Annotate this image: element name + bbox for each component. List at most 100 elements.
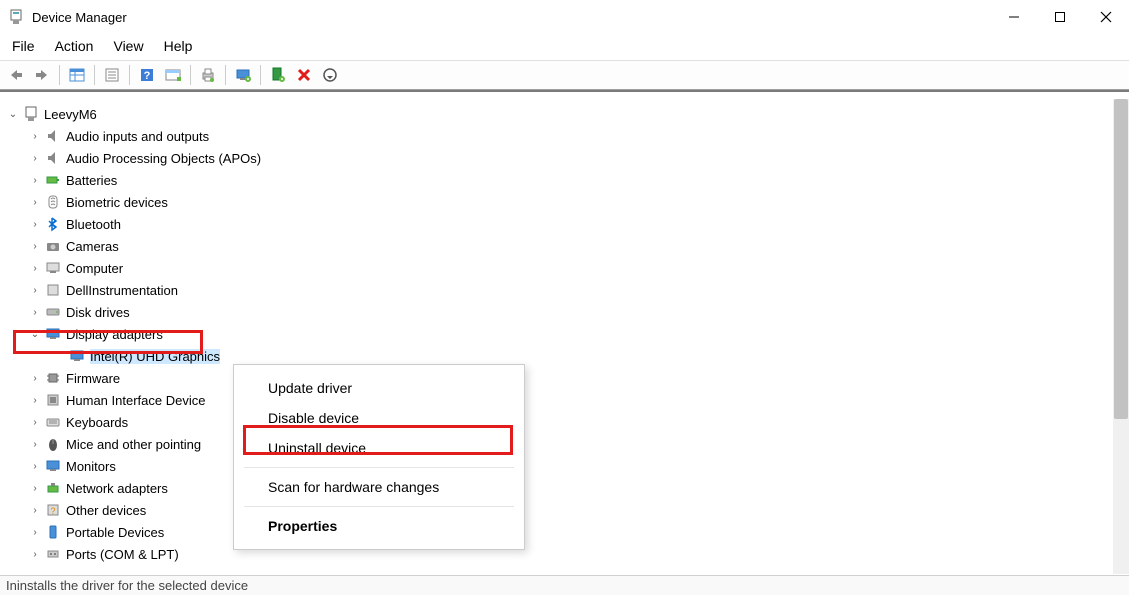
display-icon — [68, 347, 86, 365]
chevron-right-icon[interactable]: › — [28, 481, 42, 495]
tree-item[interactable]: ›Ports (COM & LPT) — [6, 543, 1129, 565]
chevron-right-icon[interactable]: › — [28, 437, 42, 451]
tree-item-intel-uhd[interactable]: Intel(R) UHD Graphics — [6, 345, 1129, 367]
audio-icon — [44, 127, 62, 145]
tree-item[interactable]: ›Human Interface Device — [6, 389, 1129, 411]
port-icon — [44, 545, 62, 563]
menu-file[interactable]: File — [4, 36, 43, 56]
chevron-right-icon[interactable]: › — [28, 173, 42, 187]
help-button[interactable]: ? — [135, 63, 159, 87]
chevron-right-icon[interactable]: › — [28, 261, 42, 275]
ctx-update-driver[interactable]: Update driver — [234, 373, 524, 403]
separator — [260, 65, 261, 85]
tree-root[interactable]: ⌄ LeevyM6 — [6, 103, 1129, 125]
tree-item[interactable]: ›Audio inputs and outputs — [6, 125, 1129, 147]
unknown-device-icon: ? — [44, 501, 62, 519]
minimize-button[interactable] — [991, 0, 1037, 34]
chevron-right-icon[interactable]: › — [28, 195, 42, 209]
ctx-disable-device[interactable]: Disable device — [234, 403, 524, 433]
show-hide-tree-button[interactable] — [65, 63, 89, 87]
menu-view[interactable]: View — [105, 36, 151, 56]
update-driver-button[interactable] — [318, 63, 342, 87]
fingerprint-icon — [44, 193, 62, 211]
tree-item[interactable]: ›Audio Processing Objects (APOs) — [6, 147, 1129, 169]
chevron-right-icon[interactable]: › — [28, 525, 42, 539]
tree-item[interactable]: ›Batteries — [6, 169, 1129, 191]
ctx-properties[interactable]: Properties — [234, 511, 524, 541]
separator — [129, 65, 130, 85]
scrollbar-thumb[interactable] — [1114, 99, 1128, 419]
chevron-down-icon[interactable]: ⌄ — [6, 107, 20, 121]
chip-icon — [44, 369, 62, 387]
tree-item[interactable]: ›Network adapters — [6, 477, 1129, 499]
computer-icon — [22, 105, 40, 123]
menu-help[interactable]: Help — [156, 36, 201, 56]
separator — [244, 506, 514, 507]
camera-icon — [44, 237, 62, 255]
tree-item-display-adapters[interactable]: ⌄Display adapters — [6, 323, 1129, 345]
tree-item[interactable]: ›Bluetooth — [6, 213, 1129, 235]
chevron-right-icon[interactable]: › — [28, 217, 42, 231]
separator — [94, 65, 95, 85]
divider — [0, 90, 1129, 93]
forward-button[interactable] — [30, 63, 54, 87]
display-icon — [44, 325, 62, 343]
chevron-right-icon[interactable]: › — [28, 393, 42, 407]
chevron-right-icon[interactable]: › — [28, 305, 42, 319]
ctx-scan-hardware[interactable]: Scan for hardware changes — [234, 472, 524, 502]
chevron-down-icon[interactable]: ⌄ — [28, 327, 42, 341]
scan-hardware-button[interactable] — [231, 63, 255, 87]
back-button[interactable] — [4, 63, 28, 87]
vertical-scrollbar[interactable] — [1113, 99, 1129, 574]
context-menu: Update driver Disable device Uninstall d… — [233, 364, 525, 550]
chevron-right-icon[interactable]: › — [28, 371, 42, 385]
chevron-right-icon[interactable]: › — [28, 459, 42, 473]
print-button[interactable] — [196, 63, 220, 87]
tree-area: ⌄ LeevyM6 ›Audio inputs and outputs ›Aud… — [0, 99, 1129, 574]
close-button[interactable] — [1083, 0, 1129, 34]
tree-item[interactable]: ›Portable Devices — [6, 521, 1129, 543]
uninstall-device-button[interactable] — [292, 63, 316, 87]
ctx-uninstall-device[interactable]: Uninstall device — [234, 433, 524, 463]
tree-item[interactable]: ›DellInstrumentation — [6, 279, 1129, 301]
svg-text:?: ? — [144, 70, 151, 82]
audio-icon — [44, 149, 62, 167]
chevron-right-icon[interactable]: › — [28, 547, 42, 561]
chevron-right-icon[interactable]: › — [28, 283, 42, 297]
device-tree[interactable]: ⌄ LeevyM6 ›Audio inputs and outputs ›Aud… — [0, 99, 1129, 565]
chevron-right-icon[interactable]: › — [28, 129, 42, 143]
chevron-right-icon[interactable]: › — [28, 503, 42, 517]
maximize-button[interactable] — [1037, 0, 1083, 34]
monitor-icon — [44, 457, 62, 475]
tree-item[interactable]: ›Computer — [6, 257, 1129, 279]
chevron-right-icon[interactable]: › — [28, 151, 42, 165]
network-icon — [44, 479, 62, 497]
tree-item[interactable]: ›Monitors — [6, 455, 1129, 477]
chevron-right-icon[interactable]: › — [28, 415, 42, 429]
chevron-right-icon[interactable]: › — [28, 239, 42, 253]
tree-item[interactable]: ›Firmware — [6, 367, 1129, 389]
separator — [190, 65, 191, 85]
tree-item[interactable]: ›Mice and other pointing — [6, 433, 1129, 455]
tree-item[interactable]: ›Biometric devices — [6, 191, 1129, 213]
bluetooth-icon — [44, 215, 62, 233]
tree-item[interactable]: ›Cameras — [6, 235, 1129, 257]
window-controls — [991, 0, 1129, 34]
title-bar: Device Manager — [0, 0, 1129, 34]
tree-item[interactable]: ›Keyboards — [6, 411, 1129, 433]
tree-item[interactable]: ›?Other devices — [6, 499, 1129, 521]
hid-icon — [44, 391, 62, 409]
battery-icon — [44, 171, 62, 189]
tree-item[interactable]: ›Disk drives — [6, 301, 1129, 323]
window-title: Device Manager — [32, 10, 127, 25]
svg-text:?: ? — [50, 506, 55, 516]
disk-icon — [44, 303, 62, 321]
menu-action[interactable]: Action — [47, 36, 102, 56]
portable-device-icon — [44, 523, 62, 541]
app-icon — [8, 9, 24, 25]
separator — [225, 65, 226, 85]
separator — [59, 65, 60, 85]
properties-button[interactable] — [100, 63, 124, 87]
enable-device-button[interactable] — [266, 63, 290, 87]
action-button[interactable] — [161, 63, 185, 87]
